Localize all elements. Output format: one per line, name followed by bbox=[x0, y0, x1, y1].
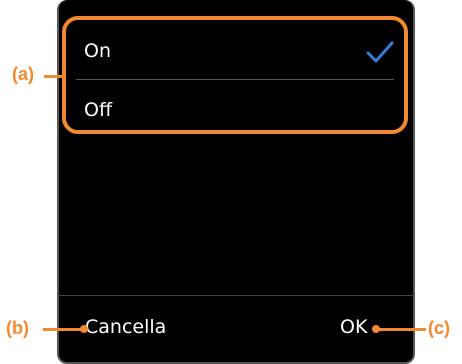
ok-button[interactable]: OK bbox=[340, 316, 367, 338]
cancel-button[interactable]: Cancella bbox=[85, 316, 166, 338]
callout-b-label: (b) bbox=[6, 318, 29, 338]
callout-b-dot bbox=[80, 325, 88, 333]
callout-c-leader bbox=[374, 328, 426, 331]
option-divider bbox=[76, 79, 394, 80]
cancel-button-label: Cancella bbox=[85, 316, 167, 338]
option-off[interactable]: Off bbox=[84, 99, 390, 121]
callout-b-leader bbox=[43, 328, 83, 331]
callout-c-dot bbox=[372, 325, 380, 333]
check-icon bbox=[366, 41, 394, 63]
callout-a-label: (a) bbox=[12, 64, 34, 84]
option-list: On Off bbox=[62, 16, 408, 134]
callout-a-leader bbox=[44, 75, 64, 78]
option-on-label: On bbox=[84, 40, 111, 62]
ok-button-label: OK bbox=[340, 316, 368, 338]
softkey-divider bbox=[57, 295, 415, 296]
callout-c-label: (c) bbox=[428, 318, 450, 338]
option-off-label: Off bbox=[84, 99, 113, 121]
option-on[interactable]: On bbox=[84, 40, 390, 62]
